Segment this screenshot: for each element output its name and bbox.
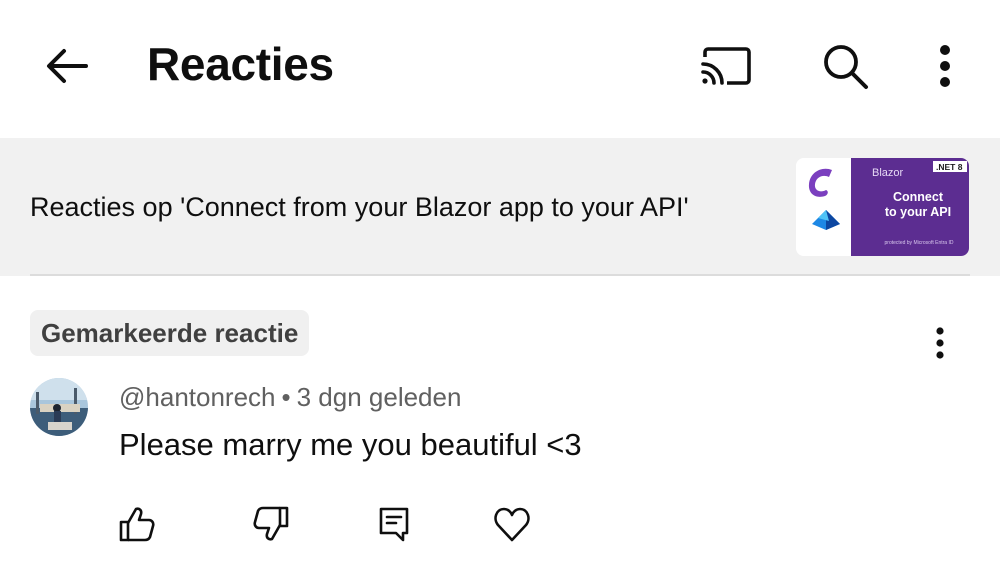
reply-button[interactable] xyxy=(372,502,416,546)
comment-options-button[interactable] xyxy=(915,318,965,368)
more-vertical-icon xyxy=(936,327,944,359)
comment-timestamp: 3 dgn geleden xyxy=(296,382,462,412)
avatar[interactable] xyxy=(30,378,88,436)
dislike-button[interactable] xyxy=(250,502,294,546)
page-title: Reacties xyxy=(147,38,334,90)
heart-icon xyxy=(494,507,530,542)
more-vertical-icon xyxy=(940,45,950,87)
banner-divider xyxy=(30,274,970,276)
back-button[interactable] xyxy=(38,38,94,94)
video-context-banner[interactable]: Reacties op 'Connect from your Blazor ap… xyxy=(0,138,1000,276)
video-thumbnail[interactable]: Blazor .NET 8 Connect to your API protec… xyxy=(796,158,969,256)
thumb-footer: protected by Microsoft Entra ID xyxy=(885,240,954,246)
video-title: Reacties op 'Connect from your Blazor ap… xyxy=(30,192,689,222)
meta-separator: • xyxy=(281,382,291,412)
thumb-headline-2: to your API xyxy=(885,205,951,219)
reply-icon xyxy=(379,507,409,542)
search-button[interactable] xyxy=(815,36,875,96)
thumb-headline-1: Connect xyxy=(893,190,944,204)
thumbs-down-icon xyxy=(253,506,289,541)
thumb-version-badge: .NET 8 xyxy=(936,162,963,172)
top-app-bar: Reacties xyxy=(0,0,1000,136)
more-options-button[interactable] xyxy=(915,36,975,96)
pinned-comment-badge: Gemarkeerde reactie xyxy=(30,310,310,356)
thumbs-up-icon xyxy=(119,507,155,542)
back-arrow-icon xyxy=(47,49,88,83)
comment-text: Please marry me you beautiful <3 xyxy=(119,427,582,462)
cast-button[interactable] xyxy=(695,36,755,96)
comment-meta: @hantonrech • 3 dgn geleden xyxy=(119,381,461,413)
heart-button[interactable] xyxy=(490,502,534,546)
thumb-brand: Blazor xyxy=(872,167,904,179)
like-button[interactable] xyxy=(114,502,158,546)
cast-icon xyxy=(701,47,751,85)
search-icon xyxy=(824,45,868,89)
comment-author[interactable]: @hantonrech xyxy=(119,382,276,412)
